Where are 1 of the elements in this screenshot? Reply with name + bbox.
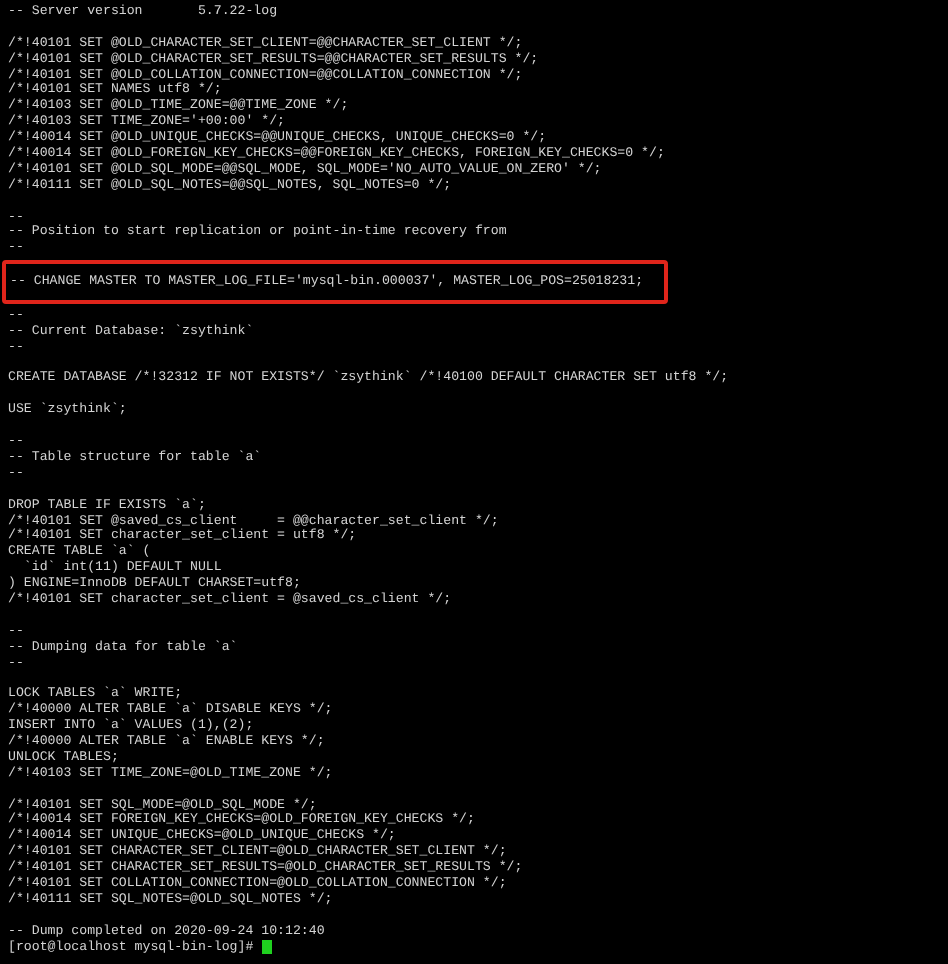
cursor (261, 939, 272, 954)
